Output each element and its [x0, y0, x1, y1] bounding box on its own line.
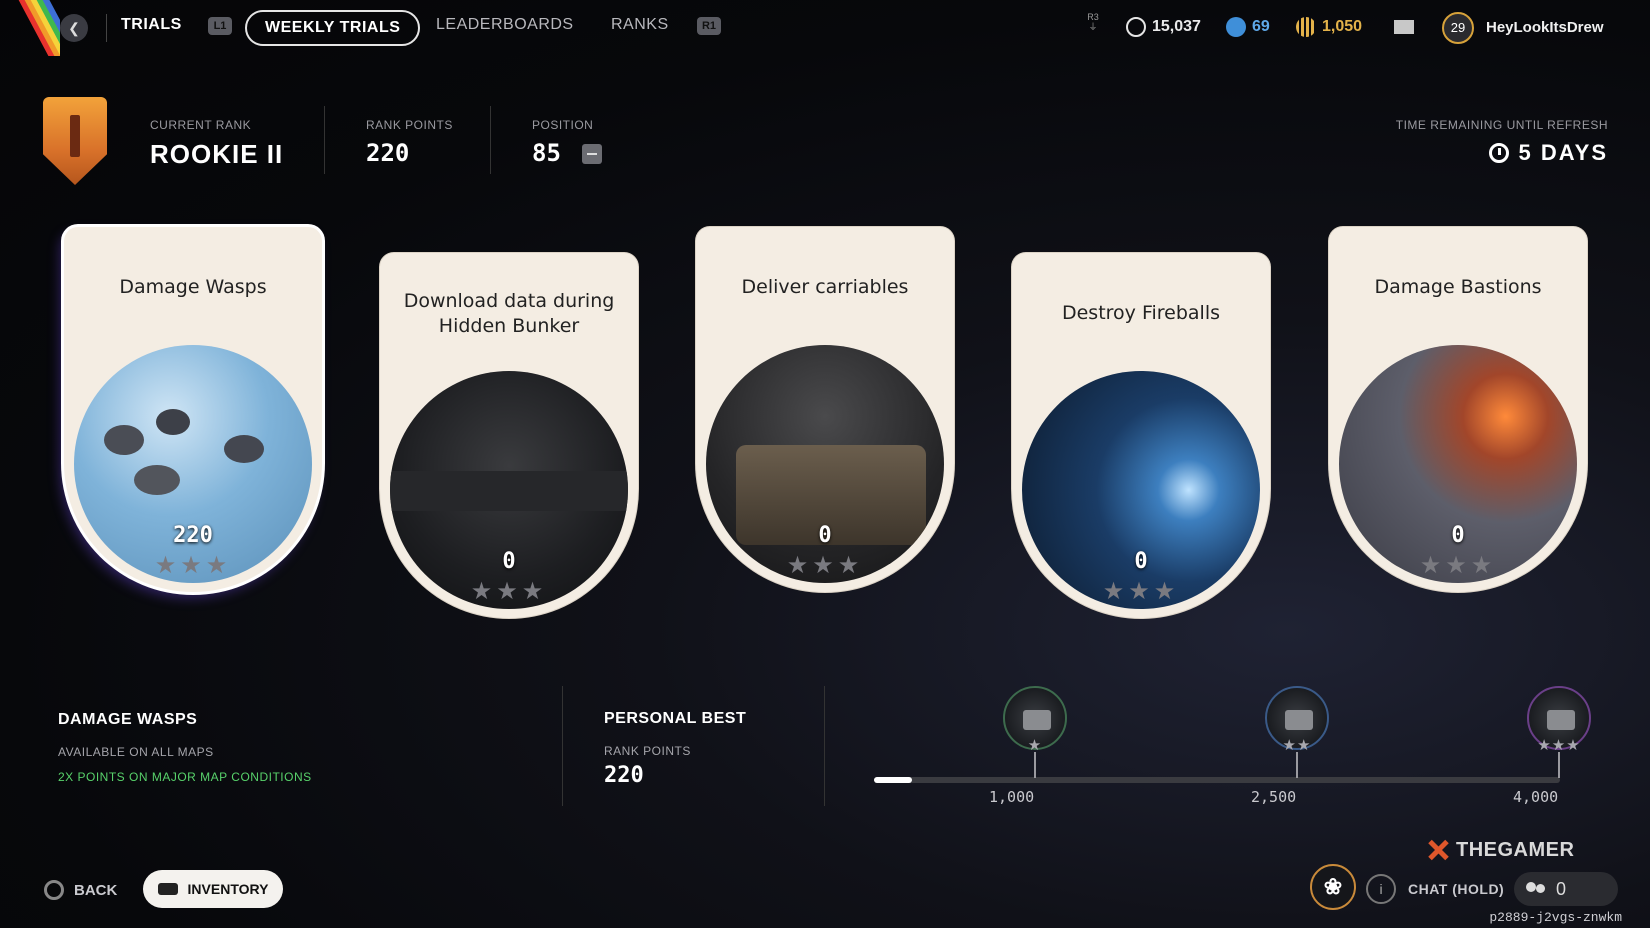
- trial-card-score: 220: [173, 523, 213, 548]
- inventory-button[interactable]: INVENTORY: [143, 870, 283, 908]
- info-divider: [562, 686, 563, 806]
- r3-hint: R3 ⏚: [1087, 12, 1099, 32]
- rank-points-value: 220: [366, 139, 410, 167]
- personal-best-label: RANK POINTS: [604, 744, 691, 758]
- l1-button-hint: L1: [208, 17, 232, 35]
- tokens-value: 69: [1252, 18, 1270, 35]
- username[interactable]: HeyLookItsDrew: [1486, 19, 1604, 36]
- position-label: POSITION: [532, 118, 594, 132]
- touchpad-icon: [157, 883, 178, 895]
- party-count[interactable]: 0: [1514, 872, 1618, 906]
- chat-hold-label[interactable]: CHAT (HOLD): [1408, 881, 1504, 897]
- milestone-2[interactable]: ★★: [1265, 686, 1329, 778]
- header-divider: [324, 106, 325, 174]
- session-id: p2889-j2vgs-znwkm: [1489, 910, 1622, 925]
- watermark-text: THEGAMER: [1456, 838, 1575, 861]
- token-icon: [1226, 17, 1246, 37]
- personal-best-title: PERSONAL BEST: [604, 710, 747, 727]
- back-label: BACK: [74, 881, 118, 899]
- trial-card-title: Damage Wasps: [119, 276, 267, 298]
- party-count-value: 0: [1556, 878, 1567, 899]
- trial-card-score: 0: [818, 523, 832, 548]
- rank-progress-fill: [874, 777, 912, 783]
- star-rating-icon: ★★★: [470, 578, 548, 605]
- star-rating-icon: ★★★: [1102, 578, 1180, 605]
- r3-label: R3: [1087, 12, 1099, 22]
- trial-card-score: 0: [502, 549, 516, 574]
- currency-tokens: 69: [1226, 17, 1270, 37]
- trial-card-destroy-fireballs[interactable]: Destroy Fireballs 0 ★★★: [1012, 253, 1270, 618]
- rank-progress-track: [874, 777, 1560, 783]
- milestone-1[interactable]: ★: [1003, 686, 1067, 778]
- milestone-value: 2,500: [1251, 788, 1297, 806]
- trial-card-title: Download data during Hidden Bunker: [403, 290, 615, 337]
- back-arrow-icon[interactable]: ❮: [60, 14, 88, 42]
- position-change-icon: [582, 144, 602, 164]
- currency-credits: 15,037: [1126, 17, 1201, 37]
- star-rating-icon: ★★★: [1419, 552, 1497, 579]
- star-rating-icon: ★★★: [154, 552, 232, 579]
- tab-leaderboards[interactable]: LEADERBOARDS: [436, 16, 574, 34]
- time-remaining: 5 DAYS: [1488, 140, 1608, 166]
- rank-emblem-icon: [43, 97, 107, 185]
- inventory-label: INVENTORY: [187, 881, 269, 897]
- thegamer-logo-icon: [1426, 838, 1450, 862]
- milestone-3[interactable]: ★★★: [1527, 686, 1591, 778]
- circle-button-icon: [44, 880, 64, 900]
- milestone-value: 1,000: [989, 788, 1035, 806]
- trial-card-score: 0: [1134, 549, 1148, 574]
- milestone-marker: [1034, 752, 1036, 778]
- current-rank-label: CURRENT RANK: [150, 118, 252, 132]
- time-remaining-value: 5 DAYS: [1518, 140, 1608, 165]
- star-rating-icon: ★★★: [786, 552, 864, 579]
- trial-card-damage-bastions[interactable]: Damage Bastions 0 ★★★: [1329, 227, 1587, 592]
- position-value: 85: [532, 139, 561, 167]
- milestone-marker: [1296, 752, 1298, 778]
- clock-icon: [1488, 143, 1509, 163]
- currency-gold: 1,050: [1296, 17, 1362, 37]
- current-rank-value: ROOKIE II: [150, 139, 284, 169]
- gold-icon: [1296, 17, 1316, 37]
- info-divider: [824, 686, 825, 806]
- top-navigation: ❮ TRIALS L1 WEEKLY TRIALS LEADERBOARDS R…: [0, 0, 1650, 56]
- tab-ranks[interactable]: RANKS: [611, 16, 669, 34]
- thegamer-watermark: THEGAMER: [1426, 838, 1574, 862]
- selected-trial-title: DAMAGE WASPS: [58, 711, 198, 728]
- personal-best-value: 220: [604, 763, 644, 788]
- back-button[interactable]: BACK: [44, 880, 117, 900]
- mail-icon[interactable]: [1394, 20, 1414, 34]
- trial-card-title: Damage Bastions: [1374, 276, 1542, 298]
- trial-card-deliver-carriables[interactable]: Deliver carriables 0 ★★★: [696, 227, 954, 592]
- trial-bonus: 2X POINTS ON MAJOR MAP CONDITIONS: [58, 770, 312, 784]
- nav-divider: [106, 14, 107, 42]
- header-divider: [490, 106, 491, 174]
- trial-card-title: Deliver carriables: [741, 276, 909, 298]
- trial-card-damage-wasps[interactable]: Damage Wasps 220 ★★★: [64, 227, 322, 592]
- gold-value: 1,050: [1322, 18, 1363, 35]
- party-leader-icon[interactable]: ❀: [1310, 864, 1356, 910]
- milestone-marker: [1558, 752, 1560, 778]
- people-icon: [1526, 882, 1548, 896]
- credits-value: 15,037: [1152, 18, 1201, 35]
- trial-card-download-data[interactable]: Download data during Hidden Bunker 0 ★★★: [380, 253, 638, 618]
- time-remaining-label: TIME REMAINING UNTIL REFRESH: [1395, 118, 1608, 132]
- trial-availability: AVAILABLE ON ALL MAPS: [58, 745, 214, 759]
- credits-icon: [1126, 17, 1146, 37]
- chat-icon[interactable]: i: [1366, 874, 1396, 904]
- trial-card-title: Destroy Fireballs: [1061, 302, 1221, 324]
- rank-points-label: RANK POINTS: [366, 118, 453, 132]
- milestone-value: 4,000: [1513, 788, 1559, 806]
- trial-card-score: 0: [1451, 523, 1465, 548]
- player-level-badge[interactable]: 29: [1442, 12, 1474, 44]
- tab-weekly-trials[interactable]: WEEKLY TRIALS: [245, 10, 421, 46]
- r1-button-hint: R1: [697, 17, 721, 35]
- tab-trials[interactable]: TRIALS: [121, 16, 182, 34]
